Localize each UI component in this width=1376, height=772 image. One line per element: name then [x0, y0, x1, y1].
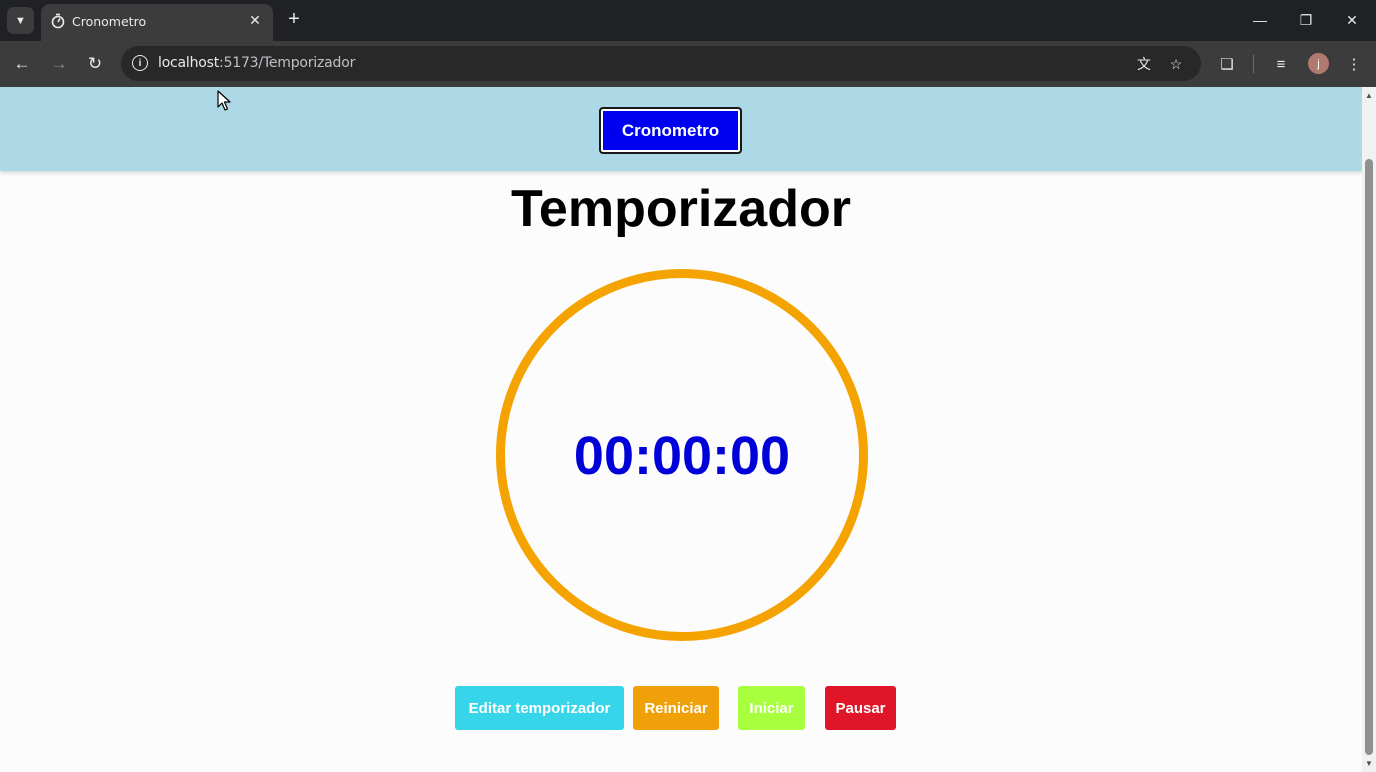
reset-button[interactable]: Reiniciar	[633, 686, 719, 730]
cronometro-nav-button[interactable]: Cronometro	[599, 107, 742, 154]
edit-timer-button[interactable]: Editar temporizador	[455, 686, 624, 730]
mouse-cursor-icon	[217, 90, 231, 111]
minimize-icon[interactable]: —	[1245, 6, 1275, 34]
back-arrow-icon[interactable]: ←	[9, 51, 35, 77]
browser-toolbar: ← → ↻ i localhost:5173/Temporizador 文 ☆ …	[0, 41, 1376, 87]
url-host: localhost	[158, 55, 220, 71]
timer-display: 00:00:00	[573, 426, 791, 486]
star-icon[interactable]: ☆	[1166, 54, 1186, 74]
scroll-down-icon[interactable]: ▼	[1365, 758, 1373, 768]
page-viewport: Cronometro Temporizador 00:00:00 Editar …	[0, 87, 1362, 772]
avatar[interactable]: j	[1308, 53, 1329, 74]
stopwatch-icon	[51, 13, 65, 29]
vertical-scrollbar[interactable]: ▲ ▼	[1362, 87, 1376, 772]
start-button[interactable]: Iniciar	[738, 686, 805, 730]
url-text[interactable]: localhost:5173/Temporizador	[158, 55, 355, 71]
app-header: Cronometro	[0, 87, 1362, 171]
info-icon[interactable]: i	[132, 55, 148, 71]
chevron-down-icon[interactable]: ▼	[7, 7, 34, 34]
translate-icon[interactable]: 文	[1134, 54, 1154, 74]
scroll-thumb[interactable]	[1365, 159, 1373, 755]
browser-tab-bar: ▼ Cronometro ✕ + — ❐ ✕	[0, 0, 1376, 41]
scroll-up-icon[interactable]: ▲	[1365, 90, 1373, 100]
url-path: :5173/Temporizador	[219, 55, 356, 71]
address-bar[interactable]: i localhost:5173/Temporizador 文 ☆	[121, 46, 1201, 81]
browser-tab[interactable]: Cronometro ✕	[41, 4, 273, 41]
page-title: Temporizador	[511, 180, 851, 238]
puzzle-icon[interactable]: ❏	[1215, 52, 1239, 76]
window-close-icon[interactable]: ✕	[1337, 6, 1367, 34]
close-icon[interactable]: ✕	[245, 10, 265, 30]
toolbar-divider	[1253, 55, 1254, 73]
kebab-menu-icon[interactable]: ⋮	[1342, 52, 1366, 76]
restore-icon[interactable]: ❐	[1291, 6, 1321, 34]
reload-icon[interactable]: ↻	[82, 51, 108, 77]
tab-title: Cronometro	[72, 14, 147, 29]
pause-button[interactable]: Pausar	[825, 686, 896, 730]
forward-arrow-icon[interactable]: →	[46, 51, 72, 77]
plus-icon[interactable]: +	[283, 9, 305, 31]
media-queue-icon[interactable]: ≡	[1269, 52, 1293, 76]
